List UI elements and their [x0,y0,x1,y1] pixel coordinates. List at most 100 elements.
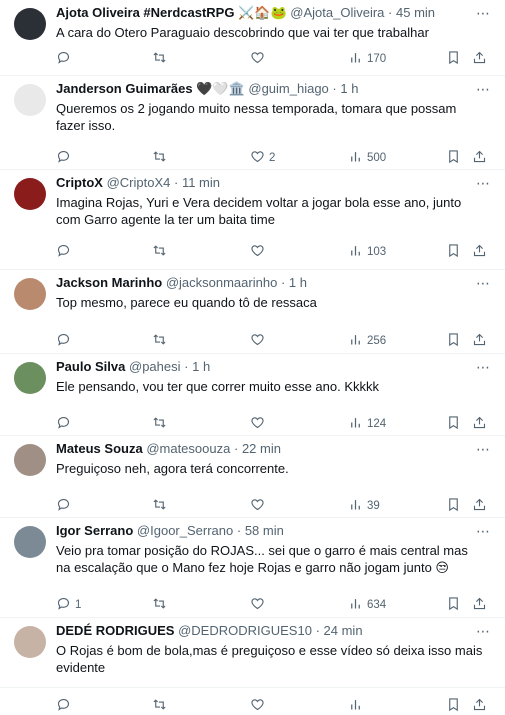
bookmark-button[interactable] [446,51,461,67]
reply-button[interactable]: 1 [56,597,81,613]
more-options-icon[interactable]: ⋯ [475,175,491,191]
timestamp[interactable]: 24 min [324,623,363,638]
tweet[interactable]: CriptoX @CriptoX4 · 11 min ⋯ Imagina Roj… [0,170,505,270]
avatar[interactable] [14,362,46,394]
share-button[interactable] [472,698,487,714]
author-handle[interactable]: @jacksonmaarinho [166,275,277,290]
share-button[interactable] [472,150,487,166]
timestamp[interactable]: 58 min [245,523,284,538]
retweet-button[interactable] [152,150,171,166]
reply-button[interactable] [56,416,75,432]
tweet[interactable]: DEDÉ RODRIGUES @DEDRODRIGUES10 · 24 min … [0,618,505,712]
author-handle[interactable]: @guim_hiago [248,81,328,96]
reply-button[interactable] [56,51,75,67]
views-button[interactable]: 124 [348,416,386,432]
like-button[interactable] [250,244,269,260]
tweet[interactable]: Jackson Marinho @jacksonmaarinho · 1 h ⋯… [0,270,505,354]
avatar[interactable] [14,278,46,310]
author-handle[interactable]: @DEDRODRIGUES10 [178,623,312,638]
like-button[interactable] [250,333,269,349]
share-button[interactable] [472,244,487,260]
tweet[interactable]: Igor Serrano @Igoor_Serrano · 58 min ⋯ V… [0,518,505,618]
heart-icon [250,415,265,433]
author-name[interactable]: Janderson Guimarães [56,81,193,96]
author-name[interactable]: Paulo Silva [56,359,125,374]
bookmark-button[interactable] [446,150,461,166]
timestamp[interactable]: 1 h [289,275,307,290]
views-button[interactable]: 39 [348,498,380,514]
author-name[interactable]: CriptoX [56,175,103,190]
tweet[interactable]: Mateus Souza @matesoouza · 22 min ⋯ Preg… [0,436,505,518]
timestamp[interactable]: 22 min [242,441,281,456]
share-button[interactable] [472,498,487,514]
author-handle[interactable]: @matesoouza [146,441,230,456]
reply-button[interactable] [56,498,75,514]
more-options-icon[interactable]: ⋯ [475,275,491,291]
more-options-icon[interactable]: ⋯ [475,623,491,639]
more-options-icon[interactable]: ⋯ [475,81,491,97]
share-button[interactable] [472,51,487,67]
author-name[interactable]: Igor Serrano [56,523,133,538]
avatar[interactable] [14,626,46,658]
bookmark-button[interactable] [446,244,461,260]
like-button[interactable] [250,597,269,613]
retweet-button[interactable] [152,244,171,260]
author-name[interactable]: Mateus Souza [56,441,143,456]
reply-button[interactable] [56,150,75,166]
timestamp[interactable]: 1 h [340,81,358,96]
more-options-icon[interactable]: ⋯ [475,5,491,21]
avatar[interactable] [14,444,46,476]
views-button[interactable]: 500 [348,150,386,166]
like-button[interactable] [250,416,269,432]
avatar[interactable] [14,84,46,116]
views-button[interactable]: 256 [348,333,386,349]
reply-button[interactable] [56,244,75,260]
like-button[interactable] [250,698,269,714]
reply-count: 1 [75,599,82,611]
author-name[interactable]: Ajota Oliveira #NerdcastRPG [56,5,234,20]
author-handle[interactable]: @pahesi [129,359,181,374]
share-button[interactable] [472,333,487,349]
views-button[interactable]: 634 [348,597,386,613]
bookmark-button[interactable] [446,416,461,432]
views-button[interactable] [348,698,367,714]
timestamp[interactable]: 1 h [192,359,210,374]
author-name[interactable]: DEDÉ RODRIGUES [56,623,174,638]
bookmark-button[interactable] [446,333,461,349]
more-options-icon[interactable]: ⋯ [475,359,491,375]
more-options-icon[interactable]: ⋯ [475,523,491,539]
like-button[interactable] [250,51,269,67]
tweet[interactable]: Ajota Oliveira #NerdcastRPG ⚔️🏠🐸 @Ajota_… [0,0,505,76]
share-button[interactable] [472,597,487,613]
views-button[interactable]: 170 [348,51,386,67]
like-button[interactable]: 2 [250,150,275,166]
bookmark-icon [446,50,461,68]
retweet-button[interactable] [152,597,171,613]
author-handle[interactable]: @CriptoX4 [107,175,171,190]
retweet-button[interactable] [152,698,171,714]
avatar[interactable] [14,8,46,40]
reply-icon [56,50,71,68]
share-button[interactable] [472,416,487,432]
tweet[interactable]: Janderson Guimarães 🖤🤍🏛️ @guim_hiago · 1… [0,76,505,170]
retweet-button[interactable] [152,498,171,514]
retweet-button[interactable] [152,416,171,432]
author-name[interactable]: Jackson Marinho [56,275,162,290]
author-handle[interactable]: @Ajota_Oliveira [290,5,384,20]
author-handle[interactable]: @Igoor_Serrano [137,523,233,538]
bookmark-button[interactable] [446,597,461,613]
avatar[interactable] [14,178,46,210]
tweet[interactable]: Paulo Silva @pahesi · 1 h ⋯ Ele pensando… [0,354,505,436]
like-button[interactable] [250,498,269,514]
views-button[interactable]: 103 [348,244,386,260]
timestamp[interactable]: 11 min [182,175,220,190]
more-options-icon[interactable]: ⋯ [475,441,491,457]
bookmark-button[interactable] [446,698,461,714]
reply-button[interactable] [56,698,75,714]
timestamp[interactable]: 45 min [396,5,435,20]
bookmark-button[interactable] [446,498,461,514]
avatar[interactable] [14,526,46,558]
retweet-button[interactable] [152,333,171,349]
retweet-button[interactable] [152,51,171,67]
reply-button[interactable] [56,333,75,349]
